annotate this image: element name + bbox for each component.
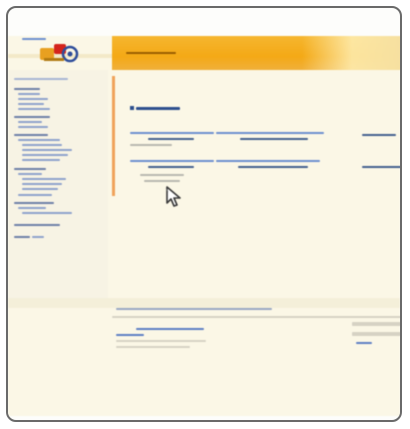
sidebar-heading	[14, 78, 68, 80]
sidebar-item[interactable]	[18, 194, 52, 196]
sidebar-item[interactable]	[14, 224, 60, 226]
mouse-pointer-icon	[165, 186, 181, 207]
sidebar-item[interactable]	[22, 154, 68, 156]
sidebar-item[interactable]	[14, 116, 50, 118]
footer-note	[116, 346, 190, 348]
footer-note	[116, 340, 206, 342]
sidebar-item[interactable]	[14, 236, 30, 238]
sidebar-item[interactable]	[18, 98, 48, 100]
sidebar-item[interactable]	[32, 236, 44, 238]
entry-meta	[140, 174, 184, 176]
footer-input-field[interactable]	[352, 322, 400, 326]
sidebar-item[interactable]	[22, 212, 72, 214]
section-bullet	[130, 106, 134, 110]
photographed-screen-frame	[6, 6, 402, 422]
sidebar-nav	[8, 70, 108, 306]
header-title	[126, 52, 176, 54]
sidebar-item[interactable]	[22, 183, 62, 185]
sidebar-item[interactable]	[22, 159, 60, 161]
sidebar-item[interactable]	[18, 93, 40, 95]
entry-value	[362, 166, 400, 168]
footer-text	[116, 308, 272, 310]
entry-subline	[148, 138, 194, 140]
sidebar-item[interactable]	[22, 144, 62, 146]
entry-subline	[148, 166, 194, 168]
sidebar-item[interactable]	[22, 188, 58, 190]
sidebar-item[interactable]	[22, 178, 66, 180]
sidebar-item[interactable]	[18, 207, 46, 209]
sidebar-item[interactable]	[18, 108, 50, 110]
footer-input-field[interactable]	[352, 332, 400, 336]
entry-meta	[130, 144, 172, 146]
footer-divider	[112, 316, 400, 318]
entry-link[interactable]	[216, 160, 320, 162]
entry-subline	[240, 138, 308, 140]
sidebar-item[interactable]	[18, 173, 42, 175]
sidebar-item[interactable]	[18, 121, 42, 123]
footer-button[interactable]	[356, 342, 372, 344]
site-logo[interactable]	[36, 40, 86, 66]
footer-link[interactable]	[136, 328, 204, 330]
entry-link[interactable]	[130, 160, 214, 162]
entry-meta	[144, 180, 180, 182]
sidebar-item[interactable]	[14, 168, 46, 170]
entry-link[interactable]	[216, 132, 324, 134]
sidebar-item[interactable]	[18, 139, 60, 141]
sidebar-item[interactable]	[14, 88, 40, 90]
sidebar-item-active[interactable]	[14, 134, 48, 136]
header-fade	[302, 36, 400, 70]
section-heading	[136, 107, 180, 110]
sidebar-divider	[112, 76, 115, 196]
entry-link[interactable]	[130, 132, 214, 134]
browser-page	[8, 36, 400, 416]
entry-value	[362, 134, 396, 136]
header-band	[112, 36, 400, 70]
footer-strip	[8, 298, 400, 308]
sidebar-item[interactable]	[18, 103, 44, 105]
entry-subline	[238, 166, 308, 168]
sidebar-item[interactable]	[18, 126, 48, 128]
sidebar-item[interactable]	[14, 202, 54, 204]
sidebar-item[interactable]	[22, 149, 72, 151]
footer-link[interactable]	[116, 334, 144, 336]
